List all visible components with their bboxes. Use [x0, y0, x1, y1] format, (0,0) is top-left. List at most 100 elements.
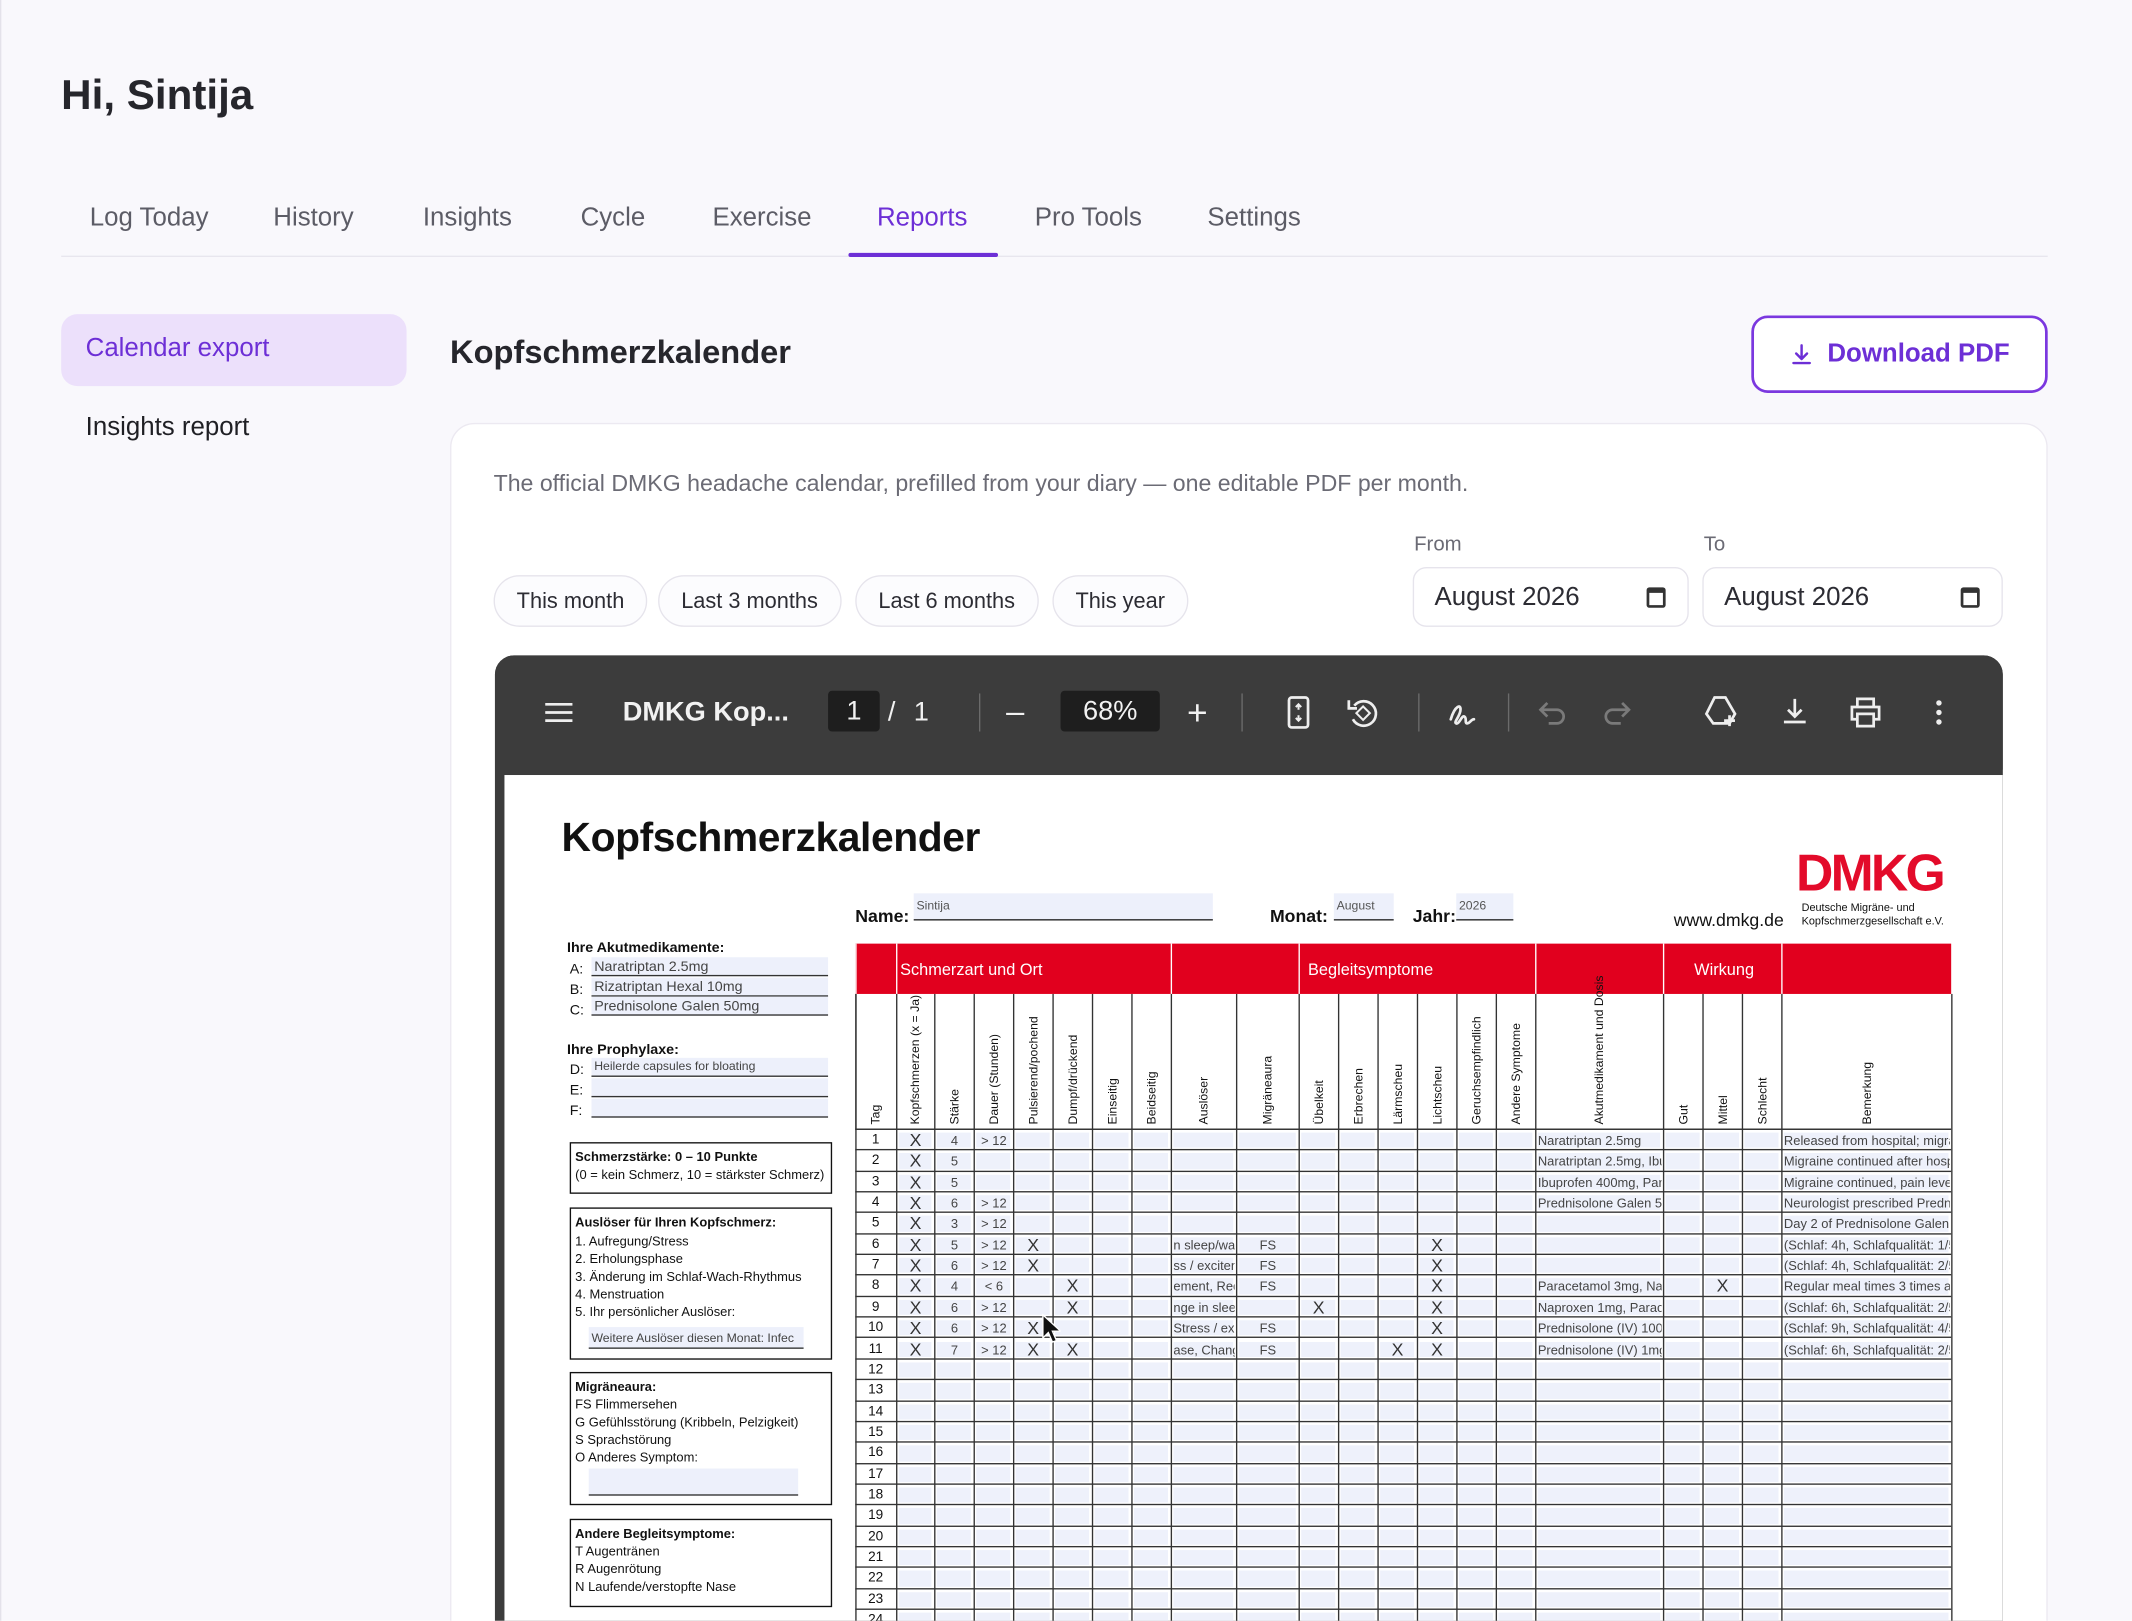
preset-last-3-months[interactable]: Last 3 months — [658, 575, 841, 627]
cell-field[interactable] — [1301, 1550, 1336, 1566]
sidebar-item-insights-report[interactable]: Insights report — [61, 393, 406, 465]
cell-field[interactable] — [1173, 1550, 1234, 1566]
cell-field[interactable] — [1705, 1445, 1740, 1462]
cell-field[interactable] — [1419, 1153, 1454, 1169]
cell-field[interactable] — [1744, 1195, 1779, 1211]
cell-field[interactable] — [936, 1466, 971, 1482]
trigger-more-field[interactable]: Weitere Auslöser diesen Monat: Infec — [588, 1327, 804, 1349]
cell-field[interactable] — [1055, 1174, 1090, 1190]
cell-field[interactable] — [1133, 1466, 1168, 1482]
cell-field[interactable] — [1744, 1403, 1779, 1420]
cell-field[interactable] — [1055, 1424, 1090, 1441]
cell-field[interactable] — [1301, 1466, 1336, 1482]
cell-field[interactable] — [1015, 1403, 1050, 1420]
cell-field[interactable] — [1238, 1591, 1296, 1608]
cell-field[interactable] — [1380, 1466, 1415, 1482]
drive-icon[interactable] — [1702, 693, 1740, 728]
cell-field[interactable] — [1498, 1487, 1533, 1503]
cell-field[interactable] — [898, 1612, 932, 1621]
cell-field[interactable] — [1094, 1257, 1129, 1274]
proph-field[interactable] — [591, 1078, 829, 1098]
cell-field[interactable] — [1380, 1445, 1415, 1462]
cell-field[interactable] — [1665, 1383, 1700, 1399]
cell-field[interactable] — [1301, 1591, 1336, 1608]
cell-field[interactable] — [1419, 1132, 1454, 1149]
fit-page-icon[interactable] — [1286, 695, 1310, 730]
cell-field[interactable] — [1133, 1529, 1168, 1545]
cell-field[interactable] — [1340, 1320, 1375, 1336]
cell-field[interactable] — [1498, 1466, 1533, 1482]
cell-field[interactable] — [1380, 1550, 1415, 1566]
cell-field[interactable] — [1705, 1550, 1740, 1566]
cell-field[interactable] — [1705, 1236, 1740, 1253]
cell-field[interactable] — [1458, 1216, 1493, 1232]
preset-last-6-months[interactable]: Last 6 months — [855, 575, 1039, 627]
cell-field[interactable] — [1094, 1612, 1129, 1621]
cell-field[interactable] — [1705, 1508, 1740, 1524]
cell-field[interactable] — [1173, 1570, 1234, 1587]
cell-field[interactable] — [1173, 1612, 1234, 1621]
cell-field[interactable] — [1419, 1550, 1454, 1566]
preset-this-year[interactable]: This year — [1052, 575, 1189, 627]
cell-field[interactable] — [1133, 1132, 1168, 1149]
cell-field[interactable] — [1238, 1153, 1296, 1169]
cell-field[interactable] — [1744, 1383, 1779, 1399]
cell-field[interactable] — [1665, 1153, 1700, 1169]
cell-field[interactable] — [1238, 1132, 1296, 1149]
cell-field[interactable] — [1498, 1612, 1533, 1621]
cell-field[interactable] — [898, 1445, 932, 1462]
cell-field[interactable] — [1173, 1466, 1234, 1482]
cell-field[interactable] — [976, 1550, 1011, 1566]
cell-field[interactable] — [1133, 1174, 1168, 1190]
cell-field[interactable] — [1537, 1550, 1661, 1566]
cell-field[interactable] — [1705, 1195, 1740, 1211]
cell-field[interactable] — [1301, 1445, 1336, 1462]
cell-field[interactable] — [1498, 1236, 1533, 1253]
cell-field[interactable] — [1340, 1591, 1375, 1608]
cell-field[interactable] — [1498, 1216, 1533, 1232]
cell-field[interactable] — [1498, 1153, 1533, 1169]
sidebar-item-calendar-export[interactable]: Calendar export — [61, 314, 407, 387]
cell-field[interactable] — [1094, 1278, 1129, 1295]
cell-field[interactable] — [1380, 1299, 1415, 1316]
year-field[interactable]: 2026 — [1456, 893, 1514, 921]
cell-field[interactable] — [1705, 1487, 1740, 1503]
cell-field[interactable] — [1340, 1257, 1375, 1274]
cell-field[interactable] — [898, 1424, 932, 1441]
cell-field[interactable] — [1094, 1466, 1129, 1482]
cell-field[interactable] — [1301, 1362, 1336, 1378]
cell-field[interactable] — [1744, 1612, 1779, 1621]
cell-field[interactable] — [1458, 1383, 1493, 1399]
cell-field[interactable] — [898, 1487, 932, 1503]
more-icon[interactable] — [1933, 699, 1944, 729]
cell-field[interactable] — [1173, 1508, 1234, 1524]
cell-field[interactable] — [1173, 1445, 1234, 1462]
cell-field[interactable] — [1340, 1612, 1375, 1621]
cell-field[interactable] — [1498, 1383, 1533, 1399]
acute-med-field[interactable]: Prednisolone Galen 50mg — [591, 996, 829, 1016]
cell-field[interactable] — [1055, 1591, 1090, 1608]
cell-field[interactable] — [1238, 1550, 1296, 1566]
cell-field[interactable] — [1419, 1529, 1454, 1545]
cell-field[interactable] — [976, 1362, 1011, 1378]
cell-field[interactable] — [1537, 1508, 1661, 1524]
cell-field[interactable] — [1015, 1383, 1050, 1399]
cell-field[interactable] — [1498, 1362, 1533, 1378]
cell-field[interactable] — [1340, 1445, 1375, 1462]
cell-field[interactable] — [1094, 1424, 1129, 1441]
cell-field[interactable] — [1238, 1529, 1296, 1545]
cell-field[interactable] — [936, 1550, 971, 1566]
cell-field[interactable] — [1783, 1466, 1949, 1482]
cell-field[interactable] — [1705, 1529, 1740, 1545]
cell-field[interactable] — [936, 1529, 971, 1545]
calendar-icon[interactable] — [1960, 587, 1980, 608]
cell-field[interactable] — [1458, 1403, 1493, 1420]
calendar-icon[interactable] — [1646, 587, 1666, 608]
cell-field[interactable] — [1133, 1236, 1168, 1253]
cell-field[interactable] — [1094, 1383, 1129, 1399]
cell-field[interactable] — [1133, 1570, 1168, 1587]
cell-field[interactable] — [1498, 1195, 1533, 1211]
cell-field[interactable] — [1133, 1487, 1168, 1503]
cell-field[interactable] — [1094, 1445, 1129, 1462]
cell-field[interactable] — [976, 1487, 1011, 1503]
